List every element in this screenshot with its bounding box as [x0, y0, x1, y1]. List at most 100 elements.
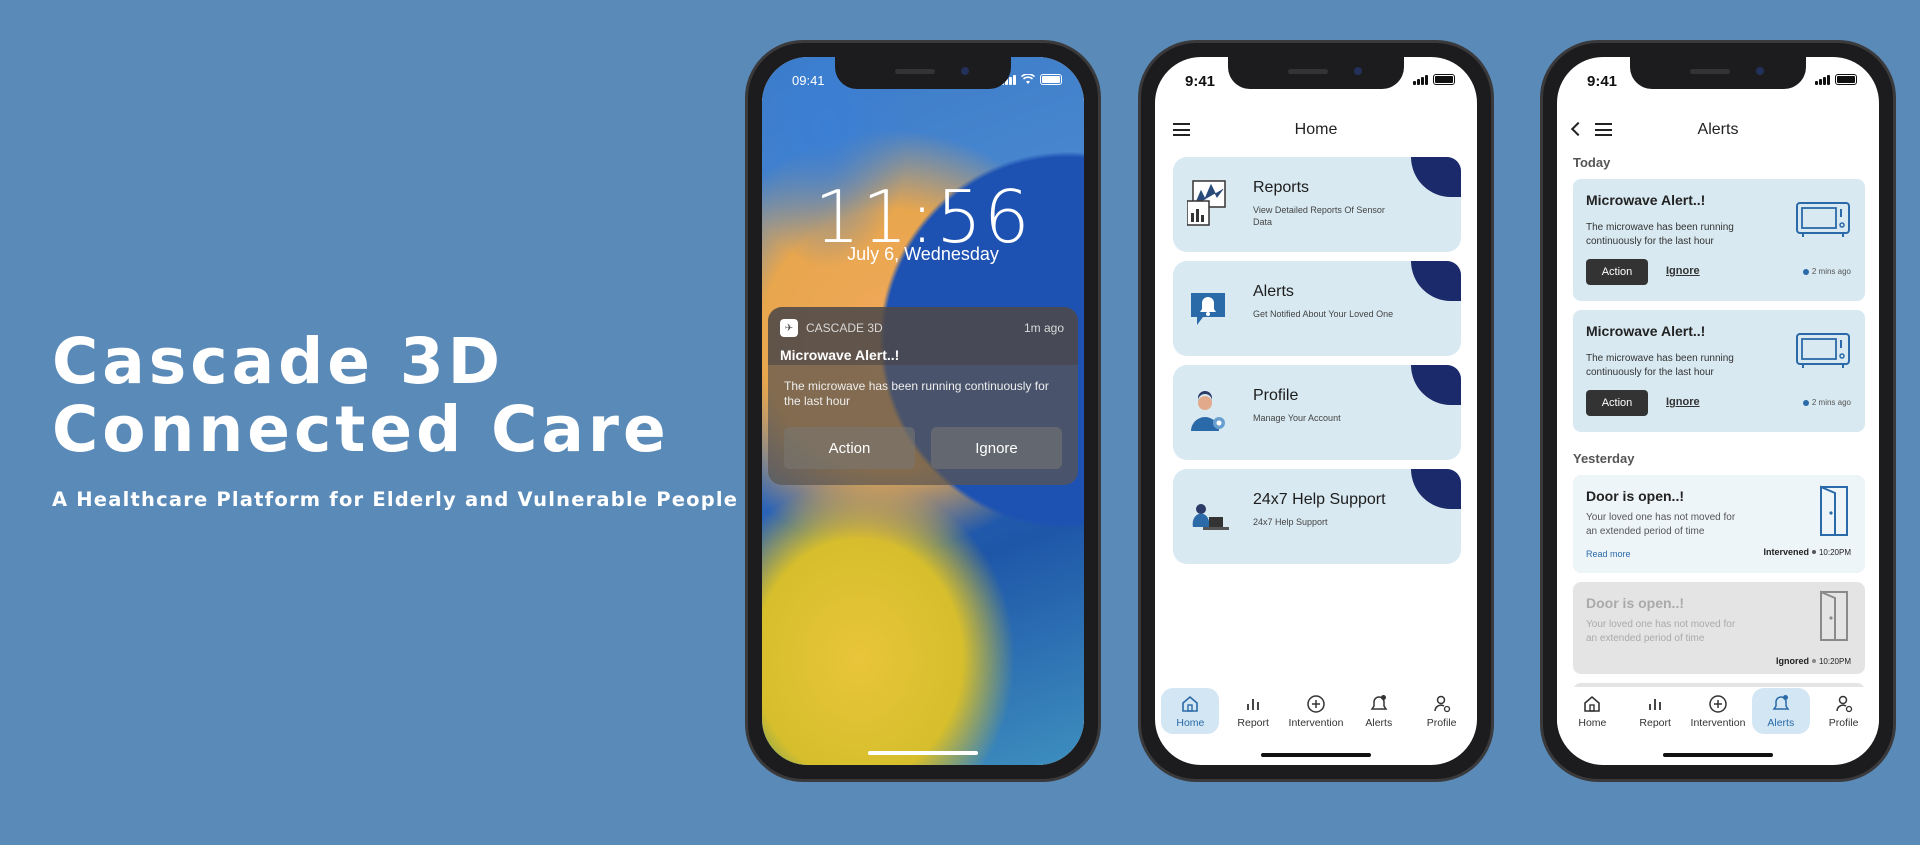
home-indicator[interactable] [868, 751, 978, 755]
lock-date: July 6, Wednesday [847, 244, 999, 264]
hero-title-line1: Cascade 3D [52, 325, 504, 398]
door-icon [1820, 485, 1848, 536]
notification-action-button[interactable]: Action [784, 427, 915, 469]
status-time: 9:41 [1587, 73, 1618, 90]
alert-title: Microwave Alert..! [1586, 323, 1706, 339]
card-subtitle: Get Notified About Your Loved One [1253, 309, 1394, 319]
notification-time: 1m ago [1023, 321, 1064, 335]
alert-time-text: 2 mins ago [1811, 267, 1851, 276]
card-alerts[interactable]: Alerts Get Notified About Your Loved One [1173, 261, 1461, 356]
ignore-button[interactable]: Ignore [1666, 265, 1700, 277]
back-icon[interactable] [1570, 121, 1586, 137]
section-yesterday: Yesterday [1573, 451, 1635, 466]
notification-app-name: CASCADE 3D [806, 321, 883, 335]
microwave-icon [1796, 333, 1850, 368]
battery-icon [1040, 74, 1062, 85]
card-profile[interactable]: Profile Manage Your Account [1173, 365, 1461, 460]
hero: Cascade 3D Connected Care A Healthcare P… [52, 328, 739, 512]
tab-profile[interactable]: Profile [1413, 688, 1471, 734]
tab-profile[interactable]: Profile [1815, 688, 1873, 734]
wifi-icon [1021, 74, 1035, 84]
home-screen: 9:41 Home Reports View Detailed Reports … [1155, 57, 1477, 765]
menu-icon[interactable] [1595, 123, 1612, 136]
profile-icon [1191, 391, 1225, 431]
tab-report[interactable]: Report [1224, 688, 1282, 734]
notification-title: Microwave Alert..! [780, 347, 900, 363]
card-subtitle: View Detailed Reports Of Sensor Data [1253, 205, 1385, 227]
alert-title: Door is open..! [1586, 595, 1684, 611]
alert-card[interactable]: Door is open..! Your loved one has not m… [1573, 475, 1865, 573]
alert-card-ignored[interactable]: Door is open..! Your loved one has not m… [1573, 582, 1865, 674]
user-settings-icon [1433, 695, 1450, 712]
notification[interactable]: ✈ CASCADE 3D 1m ago Microwave Alert..! T… [768, 307, 1078, 485]
alert-time-text: 2 mins ago [1811, 398, 1851, 407]
tab-intervention[interactable]: Intervention [1689, 688, 1747, 734]
menu-icon[interactable] [1173, 123, 1190, 136]
tab-home[interactable]: Home [1563, 688, 1621, 734]
status-time: 9:41 [1185, 73, 1216, 90]
tab-label: Profile [1426, 716, 1457, 729]
reports-icon [1187, 180, 1226, 226]
bell-icon [1370, 694, 1388, 710]
card-help-support[interactable]: 24x7 Help Support 24x7 Help Support [1173, 469, 1461, 564]
tab-label: Report [1237, 716, 1269, 729]
phone-lock-screen: 09:41 11:56 July 6, Wednesday ✈ CASCADE … [745, 40, 1101, 782]
home-indicator[interactable] [1663, 753, 1773, 757]
tab-intervention[interactable]: Intervention [1287, 688, 1345, 734]
card-reports[interactable]: Reports View Detailed Reports Of Sensor … [1173, 157, 1461, 252]
unread-dot-icon [1802, 399, 1809, 406]
tab-label: Profile [1828, 716, 1859, 729]
signal-icon [1815, 74, 1830, 85]
separator-dot-icon [1811, 659, 1816, 663]
card-accent [1411, 365, 1461, 405]
tab-label: Home [1578, 716, 1607, 729]
ignore-button[interactable]: Ignore [1666, 396, 1700, 408]
tab-label: Alerts [1365, 716, 1393, 729]
home-icon [1182, 695, 1199, 712]
action-button[interactable]: Action [1586, 390, 1648, 416]
card-subtitle: 24x7 Help Support [1253, 517, 1328, 527]
notch [1630, 57, 1806, 89]
tab-bar: Home Report Intervention Alerts Profile [1155, 687, 1477, 735]
status-time: 10:20PM [1818, 547, 1851, 557]
alert-card[interactable]: Microwave Alert..! The microwave has bee… [1573, 310, 1865, 432]
hero-subtitle: A Healthcare Platform for Elderly and Vu… [52, 488, 739, 511]
alert-status: Intervened 10:20PM [1763, 547, 1851, 557]
unread-dot-icon [1802, 268, 1809, 275]
tab-label: Report [1639, 716, 1671, 729]
notification-ignore-button[interactable]: Ignore [931, 427, 1062, 469]
bar-chart-icon [1649, 698, 1662, 710]
signal-icon [1413, 74, 1428, 85]
tab-report[interactable]: Report [1626, 688, 1684, 734]
card-accent [1411, 157, 1461, 197]
hero-title: Cascade 3D Connected Care [52, 328, 738, 464]
battery-icon [1433, 74, 1455, 85]
notification-header: ✈ CASCADE 3D 1m ago Microwave Alert..! [768, 307, 1078, 365]
app-logo-icon: ✈ [780, 319, 798, 337]
app-bar: Home [1155, 115, 1477, 145]
alert-card[interactable]: Microwave Alert..! The microwave has bee… [1573, 179, 1865, 301]
tab-alerts[interactable]: Alerts [1350, 688, 1408, 734]
bell-alert-icon [1191, 293, 1225, 325]
card-title: Reports [1253, 179, 1310, 196]
notch [1228, 57, 1404, 89]
status-label: Ignored [1775, 656, 1809, 666]
alert-body: Your loved one has not moved for an exte… [1586, 512, 1736, 537]
hero-title-line2: Connected Care [52, 393, 670, 466]
app-bar: Alerts [1557, 115, 1879, 145]
home-indicator[interactable] [1261, 753, 1371, 757]
lock-screen: 09:41 11:56 July 6, Wednesday ✈ CASCADE … [762, 57, 1084, 765]
notification-actions: Action Ignore [784, 427, 1062, 469]
notch [835, 57, 1011, 89]
status-icons [1815, 74, 1857, 85]
alert-time: 2 mins ago [1802, 267, 1851, 276]
alert-title: Door is open..! [1586, 488, 1684, 504]
tab-alerts[interactable]: Alerts [1751, 688, 1810, 734]
read-more-link[interactable]: Read more [1586, 549, 1631, 559]
tab-home[interactable]: Home [1161, 688, 1220, 734]
separator-dot-icon [1811, 550, 1816, 554]
page-title: Home [1294, 121, 1338, 138]
support-agent-icon [1192, 504, 1229, 530]
page-title: Alerts [1697, 121, 1739, 138]
action-button[interactable]: Action [1586, 259, 1648, 285]
